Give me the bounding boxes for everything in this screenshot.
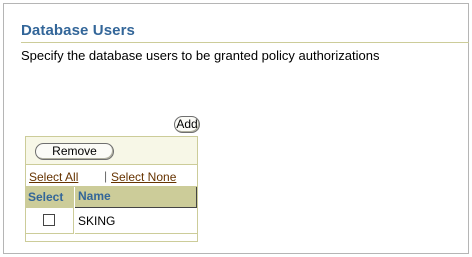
remove-button[interactable]: Remove — [35, 143, 114, 160]
selection-separator: | — [104, 169, 108, 183]
row-checkbox[interactable] — [43, 214, 55, 226]
add-button[interactable]: Add — [174, 116, 200, 133]
table-row-name-cell: SKING — [75, 208, 197, 234]
column-header-select: Select — [26, 187, 74, 208]
table-row-select-cell — [26, 208, 74, 234]
section-title: Database Users — [21, 22, 135, 39]
section-description: Specify the database users to be granted… — [21, 48, 380, 63]
select-all-link[interactable]: Select All — [29, 170, 78, 184]
select-none-link[interactable]: Select None — [111, 170, 176, 184]
column-header-name[interactable]: Name — [75, 187, 197, 208]
title-divider — [21, 42, 469, 43]
selection-links-bar: Select All | Select None — [26, 165, 197, 187]
